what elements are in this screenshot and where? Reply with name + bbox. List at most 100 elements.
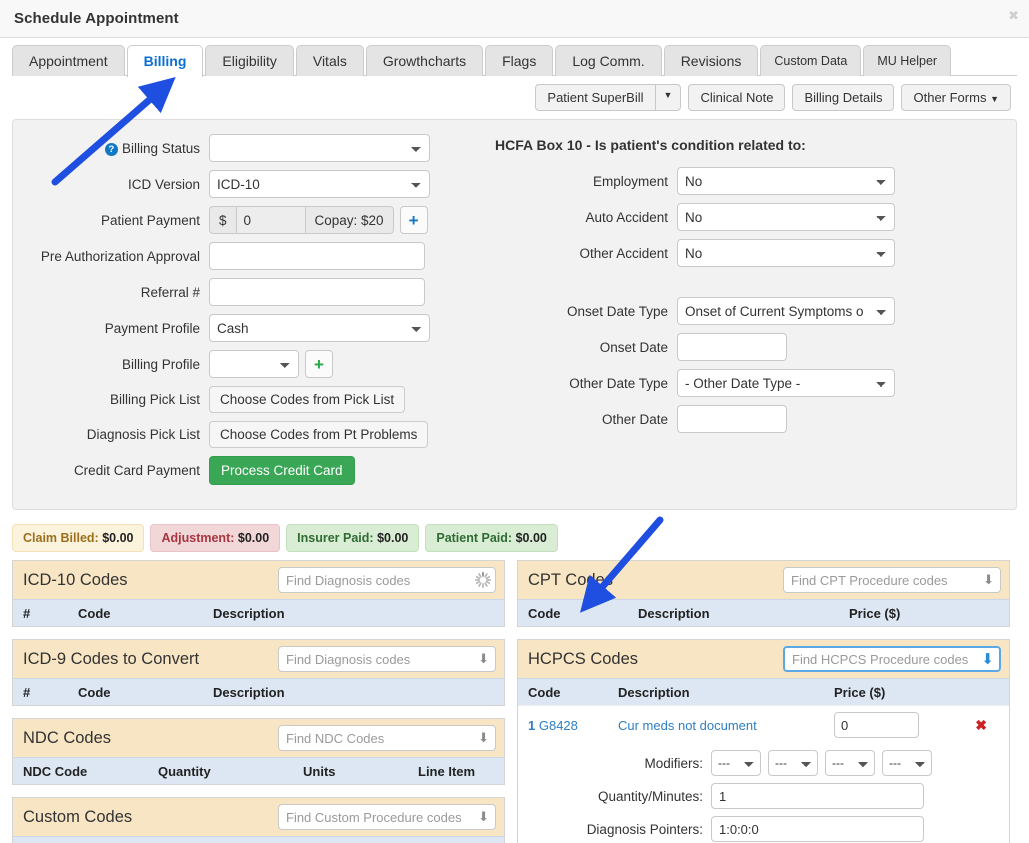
- diagnosis-pointers-input[interactable]: [711, 816, 924, 842]
- modifier-select-2[interactable]: ---: [768, 750, 818, 776]
- status-badge-patient-paid: Patient Paid: $0.00: [425, 524, 558, 552]
- tab-vitals[interactable]: Vitals: [295, 44, 364, 76]
- currency-symbol: $: [209, 206, 236, 234]
- ndc-search-wrap: ⬇: [278, 725, 496, 751]
- field-credit-card-payment: Credit Card Payment Process Credit Card: [27, 456, 463, 485]
- tab-flags[interactable]: Flags: [485, 44, 554, 76]
- cpt-panel-title: CPT Codes: [528, 570, 613, 589]
- custom-search-input[interactable]: [278, 804, 496, 830]
- ndc-panel-title: NDC Codes: [23, 728, 112, 747]
- other-date-type-select[interactable]: - Other Date Type -: [677, 369, 895, 397]
- field-billing-profile: Billing Profile +: [27, 350, 463, 378]
- other-forms-button[interactable]: Other Forms ▼: [901, 84, 1011, 111]
- field-diagnosis-pick-list: Diagnosis Pick List Choose Codes from Pt…: [27, 421, 463, 448]
- other-date-type-label: Other Date Type: [569, 375, 668, 391]
- auto-accident-select[interactable]: No: [677, 203, 895, 231]
- billing-summary-badges: Claim Billed: $0.00 Adjustment: $0.00 In…: [0, 510, 1029, 560]
- onset-date-input[interactable]: [677, 333, 787, 361]
- clinical-note-button[interactable]: Clinical Note: [688, 84, 786, 111]
- diagnosis-pick-list-label: Diagnosis Pick List: [86, 427, 200, 442]
- tab-appointment[interactable]: Appointment: [12, 44, 125, 76]
- tab-custom-data[interactable]: Custom Data: [760, 45, 862, 76]
- field-patient-payment: Patient Payment $ Copay: $20 +: [27, 206, 463, 234]
- add-billing-profile-icon[interactable]: +: [305, 350, 333, 378]
- code-panels-right-column: CPT Codes ⬇ Code Description Price ($) H…: [517, 560, 1010, 843]
- panel-cpt-codes: CPT Codes ⬇ Code Description Price ($): [517, 560, 1010, 627]
- modifier-select-3[interactable]: ---: [825, 750, 875, 776]
- icd10-table-header: # Code Description: [13, 599, 504, 626]
- code-panels-area: ICD-10 Codes Find Diagnosis codes # Code…: [0, 560, 1029, 843]
- patient-superbill-dropdown-icon[interactable]: ▼: [655, 84, 682, 111]
- employment-select[interactable]: No: [677, 167, 895, 195]
- field-employment: Employment No: [477, 167, 1002, 195]
- other-date-input[interactable]: [677, 405, 787, 433]
- pre-authorization-input[interactable]: [209, 242, 425, 270]
- other-accident-select[interactable]: No: [677, 239, 895, 267]
- delete-row-icon[interactable]: ✖: [975, 717, 987, 734]
- hcpcs-search-input[interactable]: [783, 646, 1001, 672]
- close-icon[interactable]: ✖: [1008, 9, 1019, 22]
- onset-date-type-select[interactable]: Onset of Current Symptoms o: [677, 297, 895, 325]
- modifier-select-4[interactable]: ---: [882, 750, 932, 776]
- tab-growthcharts[interactable]: Growthcharts: [365, 44, 484, 76]
- panel-hcpcs-codes: HCPCS Codes ⬇ Code Description Price ($)…: [517, 639, 1010, 843]
- choose-codes-from-pick-list-button[interactable]: Choose Codes from Pick List: [209, 386, 406, 413]
- chevron-down-icon: ▼: [990, 94, 999, 104]
- tab-log-comm[interactable]: Log Comm.: [555, 44, 662, 76]
- tab-mu-helper[interactable]: MU Helper: [863, 45, 952, 76]
- tab-revisions[interactable]: Revisions: [663, 44, 759, 76]
- custom-search-wrap: ⬇: [278, 804, 496, 830]
- billing-details-button[interactable]: Billing Details: [792, 84, 895, 111]
- hcpcs-row-description[interactable]: Cur meds not document: [618, 718, 834, 733]
- patient-payment-input[interactable]: [235, 206, 306, 234]
- tab-eligibility[interactable]: Eligibility: [205, 44, 294, 76]
- icd9-search-input[interactable]: [278, 646, 496, 672]
- tab-bar: Appointment Billing Eligibility Vitals G…: [0, 38, 1029, 77]
- hcpcs-row-price-input[interactable]: [834, 712, 919, 738]
- field-billing-pick-list: Billing Pick List Choose Codes from Pick…: [27, 386, 463, 413]
- field-auto-accident: Auto Accident No: [477, 203, 1002, 231]
- tab-billing[interactable]: Billing: [126, 44, 204, 77]
- cpt-table-header: Code Description Price ($): [518, 599, 1009, 626]
- quantity-minutes-input[interactable]: [711, 783, 924, 809]
- employment-label: Employment: [592, 173, 668, 189]
- cpt-search-wrap: ⬇: [783, 567, 1001, 593]
- hcpcs-search-wrap: ⬇: [783, 646, 1001, 672]
- icd9-table-header: # Code Description: [13, 678, 504, 705]
- payment-profile-label: Payment Profile: [104, 320, 200, 336]
- page-title: Schedule Appointment: [14, 10, 179, 27]
- pre-authorization-label: Pre Authorization Approval: [40, 248, 200, 264]
- add-payment-icon[interactable]: +: [399, 206, 428, 234]
- diagnosis-pointers-label: Diagnosis Pointers:: [586, 821, 703, 837]
- patient-payment-group: $ Copay: $20: [209, 206, 394, 234]
- process-credit-card-button[interactable]: Process Credit Card: [209, 456, 355, 485]
- help-icon[interactable]: ?: [104, 142, 118, 156]
- icd10-search-input[interactable]: [278, 567, 496, 593]
- custom-table-header: Code Description Price ($): [13, 836, 504, 843]
- auto-accident-label: Auto Accident: [585, 209, 668, 225]
- payment-profile-select[interactable]: Cash: [209, 314, 430, 342]
- billing-status-select[interactable]: [209, 134, 430, 162]
- billing-profile-select[interactable]: [209, 350, 299, 378]
- patient-paid-amount: $0.00: [515, 531, 547, 545]
- table-row: 1 G8428 Cur meds not document ✖: [518, 705, 1009, 744]
- modifier-select-1[interactable]: ---: [711, 750, 761, 776]
- field-quantity-minutes: Quantity/Minutes:: [518, 783, 999, 809]
- panel-custom-codes: Custom Codes ⬇ Code Description Price ($…: [12, 797, 505, 843]
- form-actions-toolbar: Patient SuperBill ▼ Clinical Note Billin…: [0, 76, 1029, 119]
- code-panels-left-column: ICD-10 Codes Find Diagnosis codes # Code…: [12, 560, 505, 843]
- hcfa-box-10-section: HCFA Box 10 - Is patient's condition rel…: [463, 134, 1002, 493]
- hcpcs-row-code[interactable]: G8428: [539, 718, 578, 733]
- ndc-search-input[interactable]: [278, 725, 496, 751]
- other-forms-label: Other Forms: [913, 90, 987, 105]
- icd10-search-wrap: [278, 567, 496, 593]
- icd-version-select[interactable]: ICD-10: [209, 170, 430, 198]
- referral-number-input[interactable]: [209, 278, 425, 306]
- loading-spinner-icon: [474, 571, 492, 589]
- onset-date-type-label: Onset Date Type: [566, 303, 668, 319]
- field-other-accident: Other Accident No: [477, 239, 1002, 267]
- patient-superbill-button[interactable]: Patient SuperBill: [535, 84, 656, 111]
- choose-codes-from-pt-problems-button[interactable]: Choose Codes from Pt Problems: [209, 421, 429, 448]
- billing-screen: Schedule Appointment ✖ Appointment Billi…: [0, 0, 1029, 843]
- cpt-search-input[interactable]: [783, 567, 1001, 593]
